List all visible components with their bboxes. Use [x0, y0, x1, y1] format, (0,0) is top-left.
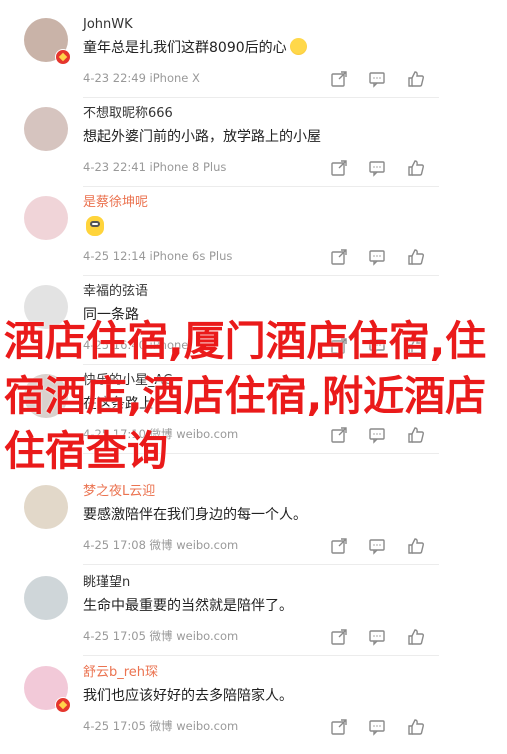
- comment-meta: 4-25 17:05 微博 weibo.com: [83, 629, 239, 643]
- like-icon[interactable]: [407, 70, 425, 88]
- emoji-icon: [86, 216, 104, 236]
- comment-icon[interactable]: [368, 248, 386, 266]
- divider: [83, 275, 439, 276]
- divider: [83, 655, 439, 656]
- divider: [83, 186, 439, 187]
- comment-author[interactable]: 舒云b_reh琛: [83, 664, 158, 682]
- share-icon[interactable]: [330, 718, 348, 736]
- comment-item[interactable]: 是蔡徐坤呢 4-25 12:14 iPhone 6s Plus: [0, 194, 507, 284]
- share-icon[interactable]: [330, 70, 348, 88]
- comment-text: 童年总是扎我们这群8090后的心: [83, 38, 307, 58]
- comment-meta: 4-25 17:08 微博 weibo.com: [83, 538, 239, 552]
- comment-meta: 4-25 17:05 微博 weibo.com: [83, 719, 239, 733]
- verified-badge-icon: [55, 49, 71, 65]
- comment-text: 要感激陪伴在我们身边的每一个人。: [83, 507, 307, 523]
- like-icon[interactable]: [407, 537, 425, 555]
- share-icon[interactable]: [330, 628, 348, 646]
- comment-icon[interactable]: [368, 159, 386, 177]
- comment-icon[interactable]: [368, 70, 386, 88]
- comment-author[interactable]: 是蔡徐坤呢: [83, 194, 148, 212]
- comment-text: 想起外婆门前的小路，放学路上的小屋: [83, 129, 321, 145]
- avatar[interactable]: [24, 485, 68, 529]
- avatar[interactable]: [24, 107, 68, 151]
- comment-item[interactable]: 梦之夜L云迎要感激陪伴在我们身边的每一个人。 4-25 17:08 微博 weib…: [0, 483, 507, 573]
- comment-author[interactable]: 眺瑾望n: [83, 574, 130, 592]
- emoji-icon: [289, 38, 307, 55]
- share-icon[interactable]: [330, 537, 348, 555]
- comment-text: 我们也应该好好的去多陪陪家人。: [83, 688, 293, 704]
- like-icon[interactable]: [407, 718, 425, 736]
- like-icon[interactable]: [407, 248, 425, 266]
- like-icon[interactable]: [407, 628, 425, 646]
- comment-meta: 4-25 12:14 iPhone 6s Plus: [83, 249, 233, 263]
- comment-author[interactable]: 梦之夜L云迎: [83, 483, 155, 501]
- comment-meta: 4-23 22:49 iPhone X: [83, 71, 200, 85]
- share-icon[interactable]: [330, 159, 348, 177]
- like-icon[interactable]: [407, 159, 425, 177]
- overlay-banner-text: 酒店住宿,厦门酒店住宿,住宿酒店,酒店住宿,附近酒店住宿查询: [4, 317, 487, 475]
- comment-text: 生命中最重要的当然就是陪伴了。: [83, 598, 293, 614]
- divider: [83, 564, 439, 565]
- comment-item[interactable]: 舒云b_reh琛我们也应该好好的去多陪陪家人。 4-25 17:05 微博 wei…: [0, 664, 507, 754]
- comment-author[interactable]: 不想取昵称666: [83, 105, 173, 123]
- divider: [83, 97, 439, 98]
- comment-icon[interactable]: [368, 718, 386, 736]
- comment-icon[interactable]: [368, 537, 386, 555]
- comment-icon[interactable]: [368, 628, 386, 646]
- avatar[interactable]: [24, 576, 68, 620]
- comment-item[interactable]: JohnWK 童年总是扎我们这群8090后的心 4-23 22:49 iPhone …: [0, 16, 507, 106]
- share-icon[interactable]: [330, 248, 348, 266]
- comment-text: [83, 216, 104, 239]
- comment-meta: 4-23 22:41 iPhone 8 Plus: [83, 160, 227, 174]
- comment-author[interactable]: 幸福的弦语: [83, 283, 148, 301]
- comment-item[interactable]: 眺瑾望n 生命中最重要的当然就是陪伴了。 4-25 17:05 微博 weibo.c…: [0, 574, 507, 664]
- verified-badge-icon: [55, 697, 71, 713]
- comment-item[interactable]: 不想取昵称666 想起外婆门前的小路，放学路上的小屋 4-23 22:41 iPho…: [0, 105, 507, 195]
- comment-author[interactable]: JohnWK: [83, 16, 133, 34]
- avatar[interactable]: [24, 196, 68, 240]
